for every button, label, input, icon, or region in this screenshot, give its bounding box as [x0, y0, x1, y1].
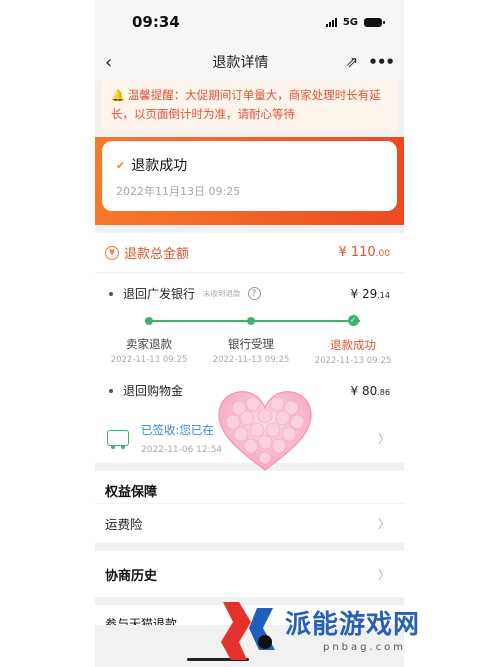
- partial-section-text: 参与天猫退款: [105, 617, 178, 625]
- progress-step-seller: 卖家退款 2022-11-13 09:25: [99, 312, 199, 365]
- back-icon[interactable]: ‹: [105, 52, 135, 73]
- step-label: 银行受理: [228, 337, 274, 351]
- status-bar: 09:34 5G: [95, 0, 404, 44]
- gold-refund-integer: ¥ 80: [350, 383, 378, 398]
- watermark-logo-icon: [221, 602, 275, 660]
- bank-refund-amount: ¥ 29.14: [351, 287, 390, 301]
- watermark-subtitle: pnbag.com: [323, 642, 407, 653]
- refund-total-label: 退款总金额: [124, 247, 190, 262]
- bank-refund-cents: .14: [377, 290, 390, 300]
- step-label: 卖家退款: [126, 337, 172, 351]
- phone-screen: 09:34 5G ‹ 退款详情 ⇗ ••• 🔔 温馨提醒：大促期间订单量大，商家处…: [95, 0, 404, 667]
- right-margin: [404, 0, 500, 667]
- notice-banner: 🔔 温馨提醒：大促期间订单量大，商家处理时长有延长，以页面倒计时为准，请耐心等待: [101, 80, 398, 131]
- bullet-dot: [109, 291, 113, 296]
- gold-refund-amount: ¥ 80.86: [351, 384, 390, 398]
- bank-refund-left: 退回广发银行 未收到退款 ?: [109, 285, 261, 302]
- check-icon: ✔: [116, 158, 126, 172]
- progress-step-bank: 银行受理 2022-11-13 09:25: [201, 312, 301, 365]
- refund-total-cents: .00: [375, 249, 390, 259]
- status-indicators: 5G: [325, 16, 385, 28]
- battery-icon: [364, 17, 385, 27]
- bank-refund-note[interactable]: 未收到退款: [203, 288, 241, 299]
- notice-text: 温馨提醒：大促期间订单量大，商家处理时长有延长，以页面倒计时为准，请耐心等待: [111, 88, 381, 121]
- step-dot: [247, 317, 255, 325]
- help-icon[interactable]: ?: [247, 287, 261, 300]
- step-date: 2022-11-13 09:25: [110, 355, 188, 365]
- gold-refund-label: 退回购物金: [123, 384, 184, 398]
- freight-insurance-row[interactable]: 运费险 〉: [95, 503, 404, 543]
- rights-title: 权益保障: [105, 485, 158, 500]
- yen-coin-icon: ¥: [105, 245, 119, 260]
- gold-refund-left: 退回购物金: [109, 382, 183, 399]
- step-date: 2022-11-13 09:25: [212, 355, 290, 365]
- site-watermark: 派能游戏网 pnbag.com: [215, 598, 497, 664]
- left-margin: [0, 0, 95, 667]
- negotiation-title: 协商历史: [105, 568, 158, 584]
- refund-total-row: ¥ 退款总金额 ¥ 110.00: [95, 233, 404, 273]
- bank-refund-integer: ¥ 29: [350, 286, 378, 301]
- bell-icon: 🔔: [111, 89, 125, 102]
- bullet-dot: [109, 388, 113, 393]
- bank-refund-row: 退回广发银行 未收到退款 ? ¥ 29.14: [95, 273, 404, 302]
- step-check-icon: ✓: [347, 315, 359, 326]
- status-title: 退款成功: [131, 158, 188, 174]
- step-label: 退款成功: [330, 338, 376, 352]
- more-icon[interactable]: •••: [368, 53, 395, 71]
- chevron-right-icon: 〉: [377, 431, 390, 446]
- nav-bar: ‹ 退款详情 ⇗ •••: [95, 44, 404, 80]
- truck-icon: [107, 430, 129, 449]
- refund-status-card: ✔ 退款成功 2022年11月13日 09:25: [102, 141, 397, 211]
- nav-actions: ⇗ •••: [346, 53, 395, 71]
- freight-insurance-label: 运费险: [105, 517, 143, 532]
- status-line: ✔ 退款成功: [116, 155, 385, 175]
- refund-total-left: ¥ 退款总金额: [105, 243, 189, 262]
- refund-progress: 卖家退款 2022-11-13 09:25 银行受理 2022-11-13 09…: [105, 312, 394, 372]
- share-icon[interactable]: ⇗: [346, 53, 359, 71]
- step-date: 2022-11-13 09:25: [314, 356, 392, 366]
- watermark-title: 派能游戏网: [285, 610, 421, 640]
- network-label: 5G: [342, 16, 358, 28]
- step-dot: [145, 317, 153, 325]
- bank-refund-label: 退回广发银行: [123, 287, 196, 301]
- refund-total-integer: ¥ 110: [338, 245, 376, 260]
- chevron-right-icon: 〉: [377, 567, 390, 582]
- negotiation-history-row[interactable]: 协商历史 〉: [95, 551, 404, 597]
- status-time: 09:34: [132, 13, 180, 31]
- progress-step-success: ✓ 退款成功 2022-11-13 09:25: [303, 312, 403, 366]
- refund-total-value: ¥ 110.00: [338, 245, 390, 260]
- negotiation-section: 协商历史 〉: [95, 551, 404, 597]
- status-date: 2022年11月13日 09:25: [116, 185, 241, 198]
- status-band: ✔ 退款成功 2022年11月13日 09:25: [95, 137, 404, 225]
- rights-section: 权益保障 运费险 〉: [95, 471, 404, 543]
- heart-sticker: [218, 391, 312, 471]
- page-title: 退款详情: [212, 55, 269, 71]
- signal-icon: [325, 17, 337, 27]
- gold-refund-cents: .86: [377, 387, 390, 397]
- chevron-right-icon: 〉: [377, 517, 390, 531]
